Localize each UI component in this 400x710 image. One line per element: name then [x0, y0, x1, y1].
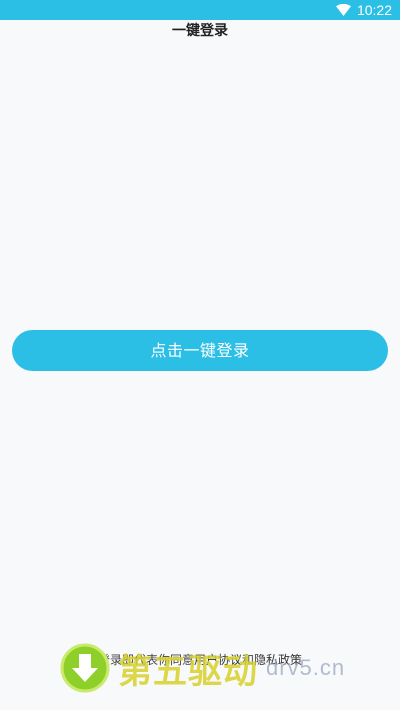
status-time: 10:22 — [356, 2, 392, 18]
page-title: 一键登录 — [172, 23, 228, 39]
status-bar: 10:22 — [0, 0, 400, 20]
user-agreement-link[interactable]: 用户协议 — [194, 653, 242, 667]
agreement-and: 和 — [242, 653, 255, 667]
status-icons: 10:22 — [335, 0, 392, 20]
wifi-icon — [335, 4, 351, 16]
agreement-text: 登录即代表你同意用户协议和隐私政策 — [0, 650, 400, 670]
privacy-policy-link[interactable]: 隐私政策 — [254, 653, 302, 667]
agreement-prefix: 登录即代表你同意 — [97, 653, 194, 667]
one-click-login-button[interactable]: 点击一键登录 — [12, 330, 388, 371]
